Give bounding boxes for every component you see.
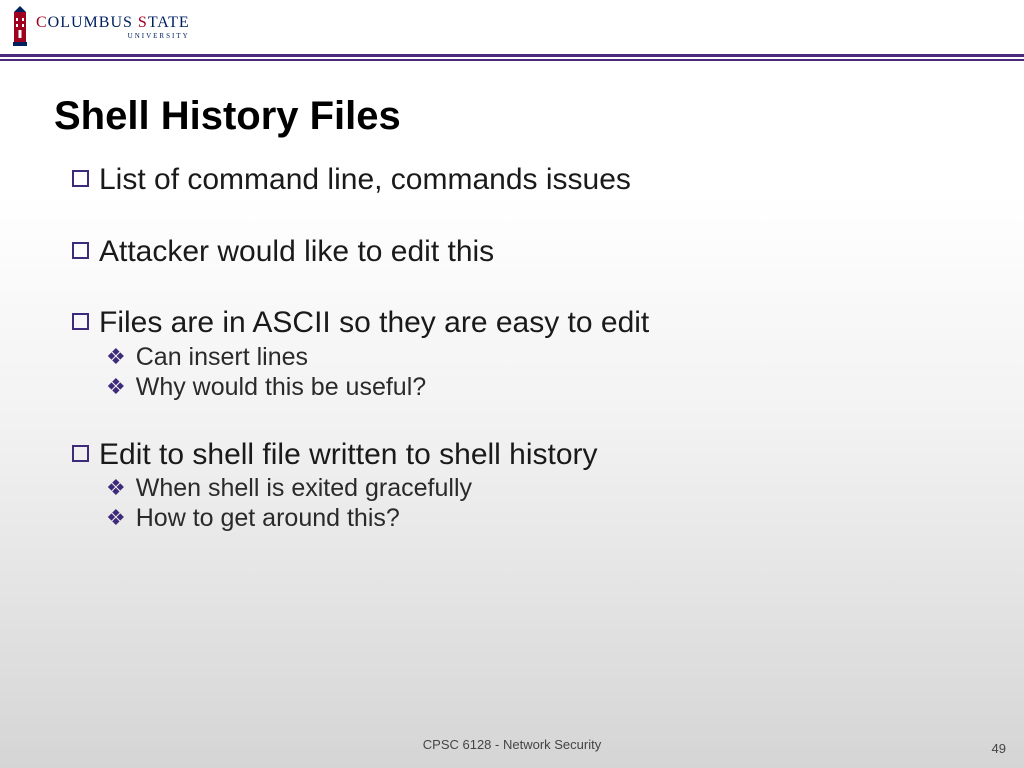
logo-letter-s: S <box>138 14 148 31</box>
bullet-text: List of command line, commands issues <box>99 161 631 199</box>
slide-header: COLUMBUS STATE UNIVERSITY <box>0 0 1024 66</box>
square-bullet-icon <box>72 445 89 462</box>
logo-word-tate: TATE <box>148 14 190 31</box>
logo-letter-c: C <box>36 14 48 31</box>
header-rule-thick <box>0 54 1024 57</box>
sub-bullet-text: When shell is exited gracefully <box>136 473 472 503</box>
sub-bullet-item: ❖ Can insert lines <box>106 342 970 372</box>
bullet-text: Files are in ASCII so they are easy to e… <box>99 304 649 342</box>
bullet-item: Edit to shell file written to shell hist… <box>72 436 970 474</box>
bullet-item: Attacker would like to edit this <box>72 233 970 271</box>
square-bullet-icon <box>72 313 89 330</box>
slide: COLUMBUS STATE UNIVERSITY Shell History … <box>0 0 1024 768</box>
bullet-item: List of command line, commands issues <box>72 161 970 199</box>
sub-bullet-item: ❖ Why would this be useful? <box>106 372 970 402</box>
slide-title: Shell History Files <box>54 94 1024 139</box>
logo-subtitle: UNIVERSITY <box>36 33 190 40</box>
university-logo: COLUMBUS STATE UNIVERSITY <box>10 6 1024 48</box>
bullet-text: Edit to shell file written to shell hist… <box>99 436 598 474</box>
bullet-text: Attacker would like to edit this <box>99 233 494 271</box>
bullet-item: Files are in ASCII so they are easy to e… <box>72 304 970 342</box>
logo-tower-icon <box>10 6 30 48</box>
sub-bullet-item: ❖ How to get around this? <box>106 503 970 533</box>
square-bullet-icon <box>72 170 89 187</box>
diamond-bullet-icon: ❖ <box>106 342 126 372</box>
logo-text: COLUMBUS STATE UNIVERSITY <box>36 15 190 40</box>
diamond-bullet-icon: ❖ <box>106 503 126 533</box>
header-rule-thin <box>0 59 1024 61</box>
footer-course: CPSC 6128 - Network Security <box>0 737 1024 752</box>
logo-word-olumbus: OLUMBUS <box>48 14 138 31</box>
diamond-bullet-icon: ❖ <box>106 372 126 402</box>
sub-bullet-text: Why would this be useful? <box>136 372 426 402</box>
square-bullet-icon <box>72 242 89 259</box>
slide-content: List of command line, commands issues At… <box>0 161 1024 533</box>
sub-bullet-text: How to get around this? <box>136 503 400 533</box>
sub-bullet-text: Can insert lines <box>136 342 308 372</box>
diamond-bullet-icon: ❖ <box>106 473 126 503</box>
sub-bullet-item: ❖ When shell is exited gracefully <box>106 473 970 503</box>
footer-page-number: 49 <box>992 741 1006 756</box>
